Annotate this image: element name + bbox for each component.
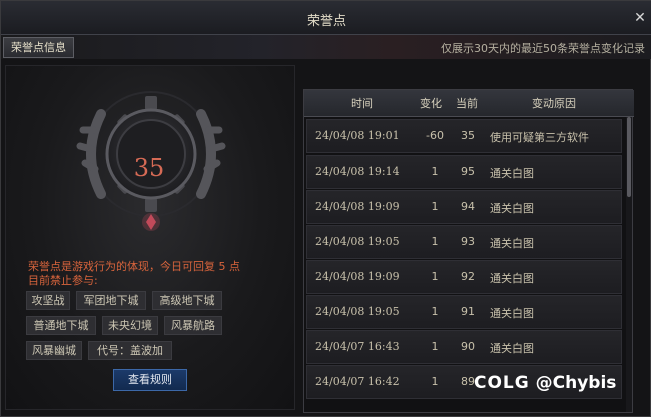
cell-change: 1 [431,235,439,248]
table-row: 24/04/08 19:09 1 92 通关白图 [306,260,622,294]
cell-change: -60 [426,129,444,142]
cell-time: 24/04/08 19:14 [315,165,400,178]
banned-tag: 攻坚战 [26,291,70,310]
view-rules-button[interactable]: 查看规则 [113,369,187,391]
cell-time: 24/04/07 16:42 [315,375,400,388]
cell-reason: 通关白图 [490,272,534,285]
table-header: 时间 变化 当前 变动原因 [304,90,634,117]
cell-current: 35 [461,129,475,142]
table-row: 24/04/08 19:09 1 94 通关白图 [306,190,622,224]
table-row: 24/04/08 19:14 1 95 通关白图 [306,155,622,189]
banned-tag: 高级地下城 [152,291,222,310]
banned-tag: 军团地下城 [76,291,146,310]
cell-change: 1 [431,270,439,283]
cell-time: 24/04/08 19:01 [315,129,400,142]
honor-summary-panel: 35 荣誉点是游戏行为的体现，今日可回复 5 点 目前禁止参与: 攻坚战 军团地… [5,65,295,410]
cell-time: 24/04/07 16:43 [315,340,400,353]
cell-current: 92 [461,270,475,283]
window-title: 荣誉点 [306,14,346,29]
table-row: 24/04/08 19:05 1 93 通关白图 [306,225,622,259]
records-note: 仅展示30天内的最近50条荣誉点变化记录 [441,42,645,55]
honor-points-window: 荣誉点 ✕ 荣誉点信息 仅展示30天内的最近50条荣誉点变化记录 35 荣誉点是… [0,0,651,417]
scrollbar-thumb[interactable] [627,117,631,197]
title-bar: 荣誉点 ✕ [1,1,651,35]
cell-current: 93 [461,235,475,248]
close-icon[interactable]: ✕ [632,10,648,26]
column-header-current: 当前 [456,97,478,110]
cell-change: 1 [431,200,439,213]
cell-reason: 通关白图 [490,237,534,250]
cell-change: 1 [431,340,439,353]
cell-time: 24/04/08 19:09 [315,200,400,213]
banned-tag: 普通地下城 [26,316,96,335]
banned-tag: 风暴幽城 [26,341,82,360]
column-header-change: 变化 [420,97,442,110]
cell-reason: 通关白图 [490,167,534,180]
cell-time: 24/04/08 19:05 [315,235,400,248]
banned-tag: 未央幻境 [102,316,158,335]
tab-honor-info[interactable]: 荣誉点信息 [3,37,74,58]
table-scrollbar[interactable] [626,117,632,412]
banned-tag: 风暴航路 [164,316,222,335]
cell-current: 94 [461,200,475,213]
column-header-reason: 变动原因 [532,97,576,110]
cell-change: 1 [431,375,439,388]
cell-current: 91 [461,305,475,318]
honor-history-table: 时间 变化 当前 变动原因 24/04/08 19:01 -60 35 使用可疑… [303,89,634,413]
tab-bar: 荣誉点信息 仅展示30天内的最近50条荣誉点变化记录 [1,35,651,59]
cell-reason: 通关白图 [490,202,534,215]
cell-current: 90 [461,340,475,353]
watermark-logo: COLG [474,373,530,393]
cell-reason: 通关白图 [490,307,534,320]
cell-time: 24/04/08 19:05 [315,305,400,318]
table-row: 24/04/07 16:43 1 90 通关白图 [306,330,622,364]
cell-time: 24/04/08 19:09 [315,270,400,283]
watermark: COLG @Chybis [474,373,616,395]
banned-heading: 目前禁止参与: [28,274,98,287]
watermark-handle: @Chybis [535,373,617,393]
cell-change: 1 [431,165,439,178]
banned-tag: 代号：盖波加 [88,341,172,360]
cell-reason: 使用可疑第三方软件 [490,131,589,144]
cell-change: 1 [431,305,439,318]
cell-current: 95 [461,165,475,178]
table-row: 24/04/08 19:01 -60 35 使用可疑第三方软件 [306,119,622,153]
cell-reason: 通关白图 [490,342,534,355]
table-row: 24/04/08 19:05 1 91 通关白图 [306,295,622,329]
column-header-time: 时间 [351,97,373,110]
honor-score: 35 [133,154,165,182]
